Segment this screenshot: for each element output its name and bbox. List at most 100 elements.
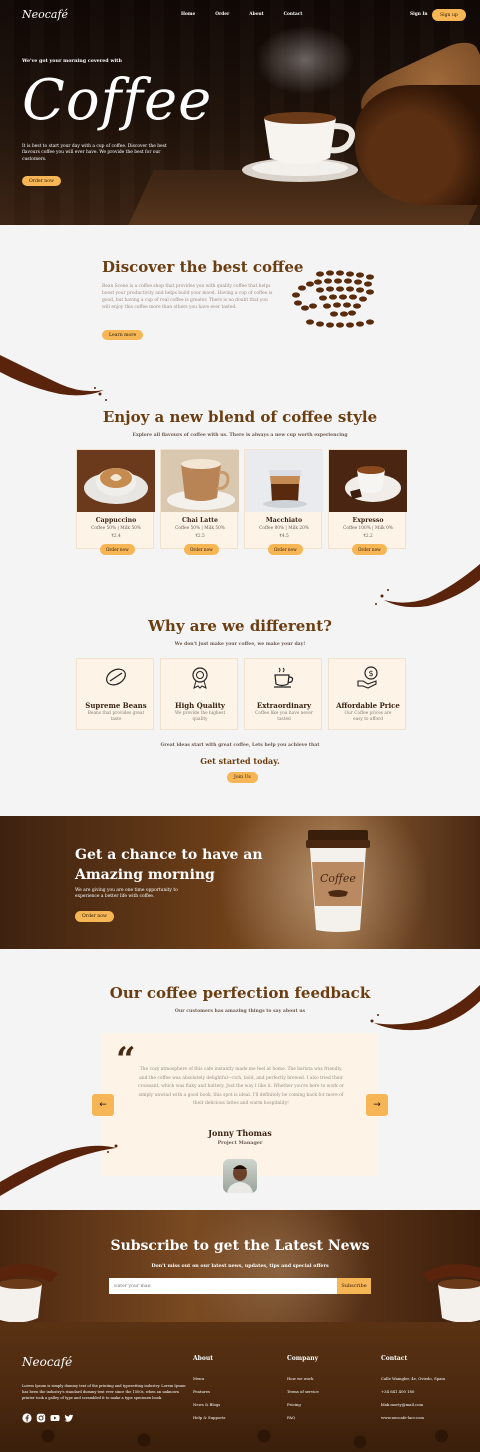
menu-item-desc: Coffee 100% | Milk 0%	[343, 526, 393, 531]
footer-description: Lorem Ipsum is simply dummy text of the …	[22, 1384, 186, 1400]
email-input[interactable]	[109, 1278, 337, 1294]
feature-card: $ Affordable Price Our Coffee prices are…	[328, 658, 406, 730]
steam-image	[255, 25, 355, 95]
coffee-splash-left-image	[0, 355, 107, 401]
order-button[interactable]: Order now	[184, 544, 219, 555]
footer-link[interactable]: Help & Supports	[193, 1415, 225, 1428]
testimonial-name: Jonny Thomas	[208, 1128, 272, 1138]
menu-item-desc: Coffee 50% | Milk 50%	[175, 526, 225, 531]
cappuccino-image	[77, 450, 155, 512]
cta-text: Great ideas start with great coffee, Let…	[160, 743, 320, 748]
footer-column-company: Company How we work Terms of service Pri…	[287, 1355, 319, 1428]
next-arrow-button[interactable]: →	[366, 1094, 388, 1116]
sign-up-button[interactable]: Sign up	[432, 9, 466, 21]
footer-heading: Contact	[381, 1355, 408, 1362]
coffee-splash-left-image	[0, 1144, 118, 1196]
feature-desc: Coffee like you have never tasted	[255, 711, 313, 722]
promo-description: We are giving you are one time opportuni…	[75, 888, 178, 900]
menu-subtitle: Explore all flavours of coffee with us. …	[132, 433, 348, 438]
hero-title: Coffee	[22, 68, 213, 133]
order-button[interactable]: Order now	[352, 544, 387, 555]
learn-more-button[interactable]: Learn more	[102, 330, 144, 340]
different-subtitle: We don't just make your coffee, we make …	[174, 642, 306, 647]
menu-title: Enjoy a new blend of coffee style	[102, 408, 378, 426]
facebook-icon[interactable]	[22, 1413, 32, 1423]
feature-name: Affordable Price	[336, 701, 400, 710]
footer-heading: About	[193, 1355, 213, 1362]
feature-card: High Quality We provide the highest qual…	[160, 658, 238, 730]
sign-in-link[interactable]: Sign In	[410, 12, 428, 17]
hero-section: Neocafé Home Order About Contact Sign In…	[0, 0, 480, 225]
contact-website[interactable]: www.neocafe-lacr.com	[381, 1415, 445, 1428]
quote-icon: “	[116, 1040, 136, 1080]
svg-text:$: $	[369, 669, 374, 678]
footer-column-contact: Contact Calle Wamgler, 4e, Oviedo, Spain…	[381, 1355, 445, 1428]
footer-link[interactable]: News & Blogs	[193, 1402, 225, 1415]
menu-item-price: ₹2.5	[195, 534, 205, 539]
social-links	[22, 1413, 74, 1423]
contact-email[interactable]: blak.morty@mail.com	[381, 1402, 445, 1415]
menu-card: Cappuccino Coffee 50% | Milk 50% ₹2.4 Or…	[76, 449, 155, 555]
nav-link-order[interactable]: Order	[215, 12, 229, 17]
person-photo-image	[227, 1165, 253, 1193]
menu-item-desc: Coffee 80% | Milk 20%	[259, 526, 309, 531]
menu-card: Macchiato Coffee 80% | Milk 20% ₹4.5 Ord…	[244, 449, 323, 555]
promo-order-button[interactable]: Order now	[75, 911, 114, 922]
footer-column-about: About Menu Features News & Blogs Help & …	[193, 1355, 225, 1428]
hero-subtitle: We've got your morning covered with	[22, 58, 122, 64]
menu-item-name: Expresso	[352, 517, 384, 524]
macchiato-image	[245, 450, 323, 512]
hero-order-button[interactable]: Order now	[22, 176, 61, 186]
twitter-icon[interactable]	[64, 1413, 74, 1423]
coffee-splash-right-image	[370, 985, 480, 1031]
footer-link[interactable]: How we work	[287, 1376, 319, 1389]
discover-title: Discover the best coffee	[102, 258, 304, 276]
contact-phone[interactable]: +34 641 400 180	[381, 1389, 445, 1402]
footer-logo[interactable]: Neocafé	[22, 1355, 72, 1369]
site-logo[interactable]: Neocafé	[22, 8, 68, 21]
footer-link[interactable]: Menu	[193, 1376, 225, 1389]
beans-icon	[106, 668, 126, 686]
coffee-cup-icon	[274, 667, 294, 688]
nav-links: Home Order About Contact	[181, 12, 322, 17]
feature-name: Supreme Beans	[85, 701, 147, 710]
feature-card: Supreme Beans Beans that provides great …	[76, 658, 154, 730]
feature-card: Extraordinary Coffee like you have never…	[244, 658, 322, 730]
nav-link-about[interactable]: About	[249, 12, 263, 17]
instagram-icon[interactable]	[36, 1413, 46, 1423]
menu-item-name: Cappuccino	[95, 517, 137, 524]
join-us-button[interactable]: Join Us	[227, 772, 258, 783]
feature-desc: Beans that provides great taste	[87, 711, 145, 722]
hero-coffee-cup-image	[242, 112, 358, 182]
expresso-image	[329, 450, 407, 512]
testimonial-text: The cozy atmosphere of this cafe instant…	[138, 1067, 344, 1107]
nav-link-contact[interactable]: Contact	[284, 12, 303, 17]
footer-link[interactable]: FAQ	[287, 1415, 319, 1428]
feature-name: High Quality	[174, 701, 226, 710]
feature-desc: We provide the highest quality	[174, 711, 226, 722]
footer-link[interactable]: Terms of service	[287, 1389, 319, 1402]
subscribe-title: Subscribe to get the Latest News	[110, 1238, 370, 1254]
bean-cup-image	[292, 270, 374, 328]
paper-cup-image: Coffee	[306, 830, 370, 932]
avatar	[223, 1159, 257, 1193]
promo-title: Get a chance to have an Amazing morning	[75, 847, 263, 883]
footer-heading: Company	[287, 1355, 319, 1362]
discover-text: Bean Scene is a coffee shop that provide…	[102, 284, 273, 310]
order-button[interactable]: Order now	[268, 544, 303, 555]
order-button[interactable]: Order now	[100, 544, 135, 555]
menu-card: Chai Latte Coffee 50% | Milk 50% ₹2.5 Or…	[160, 449, 239, 555]
chai-latte-image	[161, 450, 239, 512]
menu-item-name: Chai Latte	[182, 517, 218, 524]
prev-arrow-button[interactable]: ←	[92, 1094, 114, 1116]
different-title: Why are we different?	[148, 617, 332, 635]
footer-link[interactable]: Pricing	[287, 1402, 319, 1415]
youtube-icon[interactable]	[50, 1413, 60, 1423]
menu-card: Expresso Coffee 100% | Milk 0% ₹2.2 Orde…	[328, 449, 407, 555]
cup-label: Coffee	[320, 872, 356, 885]
subscribe-button[interactable]: Subscribe	[337, 1278, 371, 1294]
menu-item-price: ₹2.4	[111, 534, 121, 539]
nav-link-home[interactable]: Home	[181, 12, 195, 17]
cta-title: Get started today.	[200, 756, 280, 766]
footer-link[interactable]: Features	[193, 1389, 225, 1402]
